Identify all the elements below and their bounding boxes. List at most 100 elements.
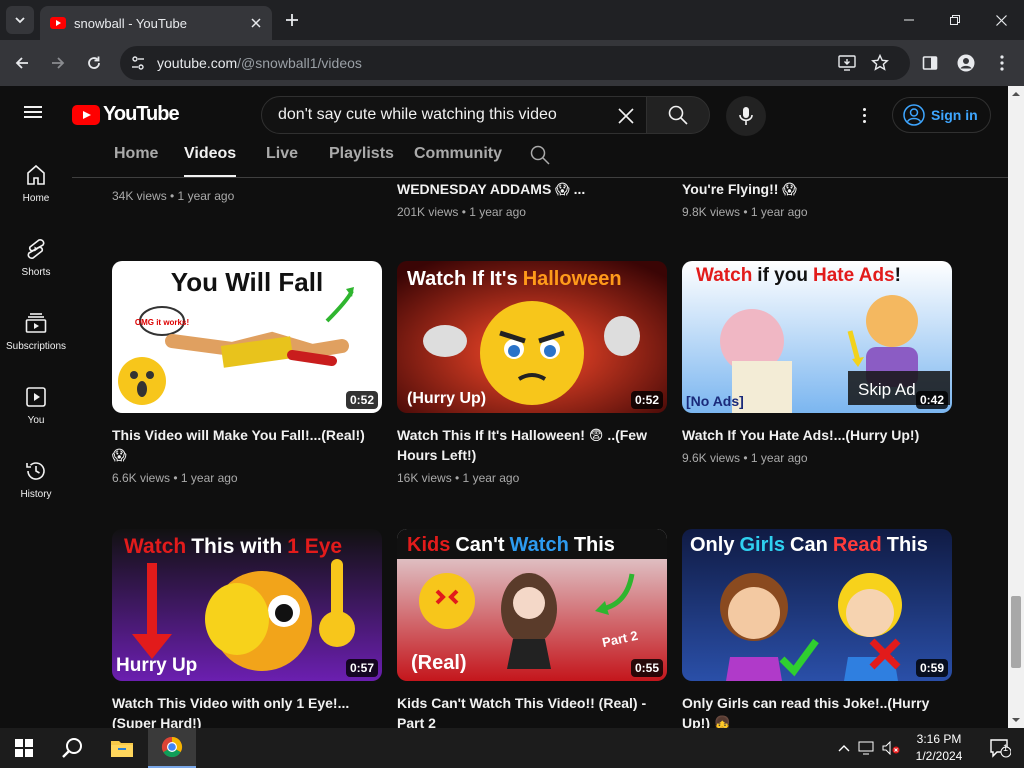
side-panel-button[interactable]	[916, 49, 944, 77]
address-bar[interactable]: youtube.com/@snowball1/videos	[120, 46, 910, 80]
tab-playlists[interactable]: Playlists	[329, 145, 394, 163]
page-scrollbar[interactable]	[1008, 86, 1024, 728]
video-card[interactable]: Watch if you Hate Ads! Skip Ad [No Ads] 0:…	[682, 261, 952, 465]
sidebar-item-history[interactable]: History	[0, 453, 72, 523]
video-thumbnail[interactable]: Only Girls Can Read This 0:59	[682, 529, 952, 681]
restore-icon	[950, 15, 960, 25]
sidebar-item-you[interactable]: You	[0, 379, 72, 449]
back-icon	[15, 57, 28, 69]
tab-community[interactable]: Community	[414, 145, 502, 163]
close-icon	[618, 108, 634, 124]
url-path: /@snowball1/videos	[237, 55, 362, 71]
voice-search-button[interactable]	[726, 96, 766, 136]
thumbnail-text: Watch If It's Halloween	[407, 268, 622, 290]
video-thumbnail[interactable]: Watch This with 1 Eye Hurry Up 0:57	[112, 529, 382, 681]
scrollbar-thumb[interactable]	[1011, 596, 1021, 668]
restore-button[interactable]	[932, 0, 978, 40]
browser-toolbar: youtube.com/@snowball1/videos	[0, 40, 1024, 86]
close-icon	[251, 18, 261, 28]
video-card[interactable]: Only Girls Can Read This 0:59 Only Girls can…	[682, 529, 952, 728]
taskbar-search-button[interactable]	[48, 728, 96, 768]
video-title[interactable]: You're Flying!! 😱	[682, 179, 952, 199]
search-icon	[62, 738, 82, 758]
chevron-up-icon[interactable]	[838, 744, 850, 752]
tab-live[interactable]: Live	[266, 145, 298, 163]
video-thumbnail[interactable]: Kids Can't Watch This Part 2 (Real) 0:55	[397, 529, 667, 681]
video-card[interactable]: WEDNESDAY ADDAMS 😱 ... 201K views • 1 ye…	[397, 179, 667, 219]
settings-menu-button[interactable]	[852, 103, 876, 127]
thumbnail-text: Watch if you Hate Ads!	[696, 265, 901, 286]
bookmark-star-icon[interactable]	[871, 53, 889, 77]
youtube-logo[interactable]: YouTube	[72, 103, 180, 126]
scroll-down-arrow-icon[interactable]	[1012, 716, 1020, 724]
tab-videos[interactable]: Videos	[184, 145, 237, 177]
chrome-menu-button[interactable]	[988, 49, 1016, 77]
file-explorer-icon	[111, 741, 133, 757]
tab-search-button[interactable]	[6, 6, 34, 34]
sidebar-item-shorts[interactable]: Shorts	[0, 231, 72, 301]
video-card[interactable]: Watch This with 1 Eye Hurry Up 0:57 Watch …	[112, 529, 382, 728]
sidebar-item-subscriptions[interactable]: Subscriptions	[0, 305, 72, 375]
thumbnail-caption: [No Ads]	[686, 393, 744, 409]
forward-button[interactable]	[44, 49, 72, 77]
video-thumbnail[interactable]: Watch If It's Halloween (Hurry Up) 0:52	[397, 261, 667, 413]
new-tab-button[interactable]	[280, 8, 304, 32]
search-icon	[668, 105, 688, 125]
video-duration: 0:52	[345, 391, 378, 409]
video-title[interactable]: WEDNESDAY ADDAMS 😱 ...	[397, 179, 667, 199]
youtube-page: YouTube don't say cute while watching th…	[0, 86, 1008, 728]
back-button[interactable]	[8, 49, 36, 77]
channel-tabs: Home Videos Live Playlists Community	[72, 142, 1008, 178]
notification-center-button[interactable]: 1	[976, 728, 1024, 768]
video-title[interactable]: Only Girls can read this Joke!..(Hurry U…	[682, 693, 952, 728]
video-card[interactable]: You Will Fall OMG it works! 0:52 This Vi…	[112, 261, 382, 485]
start-button[interactable]	[0, 728, 48, 768]
minimize-icon	[904, 19, 914, 21]
sign-in-button[interactable]: Sign in	[892, 97, 991, 133]
thumbnail-text: Watch This with 1 Eye	[124, 535, 342, 558]
video-title[interactable]: Watch If You Hate Ads!...(Hurry Up!)	[682, 425, 952, 445]
volume-muted-icon[interactable]	[882, 741, 900, 755]
sidebar-item-label: Home	[22, 193, 50, 204]
video-thumbnail[interactable]: You Will Fall OMG it works! 0:52	[112, 261, 382, 413]
video-card[interactable]: You're Flying!! 😱 9.8K views • 1 year ag…	[682, 179, 952, 219]
subscriptions-icon	[25, 313, 47, 333]
video-title[interactable]: Watch This Video with only 1 Eye!... (Su…	[112, 693, 382, 728]
video-duration: 0:57	[345, 659, 378, 677]
scroll-up-arrow-icon[interactable]	[1012, 90, 1020, 98]
video-thumbnail[interactable]: Watch if you Hate Ads! Skip Ad [No Ads] 0:…	[682, 261, 952, 413]
tab-home[interactable]: Home	[114, 145, 158, 163]
reload-button[interactable]	[80, 49, 108, 77]
video-title[interactable]: This Video will Make You Fall!...(Real!)…	[112, 425, 382, 465]
sidebar-item-label: You	[27, 415, 45, 426]
install-app-icon[interactable]	[838, 54, 856, 77]
channel-search-icon[interactable]	[529, 144, 551, 166]
search-button[interactable]	[646, 96, 710, 134]
video-title[interactable]: Watch This If It's Halloween! 😨 ..(Few H…	[397, 425, 667, 465]
network-icon[interactable]	[858, 741, 874, 755]
clear-search-button[interactable]	[612, 102, 640, 130]
video-card[interactable]: Kids Can't Watch This Part 2 (Real) 0:55 Ki…	[397, 529, 667, 728]
video-meta: 34K views • 1 year ago	[112, 189, 235, 203]
taskbar-chrome[interactable]	[148, 728, 196, 768]
minimize-button[interactable]	[886, 0, 932, 40]
video-card[interactable]: Watch If It's Halloween (Hurry Up) 0:52 W…	[397, 261, 667, 485]
you-icon	[26, 387, 46, 407]
browser-tab[interactable]: snowball - YouTube	[40, 6, 272, 40]
taskbar-file-explorer[interactable]	[98, 728, 146, 768]
video-title[interactable]: Kids Can't Watch This Video!! (Real) - P…	[397, 693, 667, 728]
taskbar-clock[interactable]: 3:16 PM 1/2/2024	[904, 731, 974, 765]
search-input[interactable]: don't say cute while watching this video	[261, 96, 647, 134]
video-card[interactable]: 34K views • 1 year ago	[112, 183, 382, 203]
profile-icon	[957, 54, 975, 72]
guide-menu-button[interactable]	[24, 103, 48, 127]
chrome-menu-icon	[1000, 55, 1004, 71]
close-window-button[interactable]	[978, 0, 1024, 40]
profile-button[interactable]	[952, 49, 980, 77]
video-duration: 0:55	[630, 659, 663, 677]
windows-taskbar: 3:16 PM 1/2/2024 1	[0, 728, 1024, 768]
sidebar-item-label: History	[20, 489, 52, 500]
sidebar-item-home[interactable]: Home	[0, 157, 72, 227]
close-tab-button[interactable]	[246, 13, 266, 33]
site-info-icon[interactable]	[130, 55, 146, 76]
